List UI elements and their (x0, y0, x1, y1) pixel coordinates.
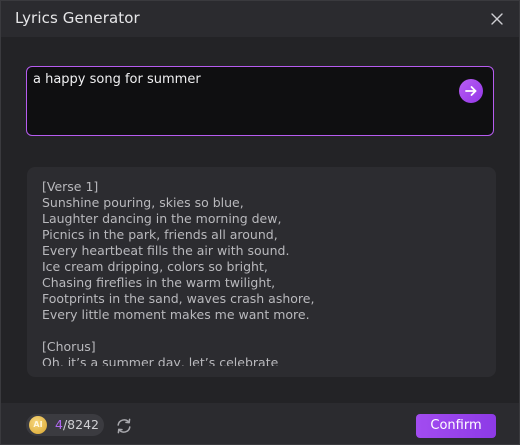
confirm-button[interactable]: Confirm (416, 414, 496, 438)
dialog-footer: AI 4/8242 Confirm (1, 403, 519, 444)
credits-counter: AI 4/8242 (26, 414, 104, 436)
title-bar: Lyrics Generator (1, 1, 519, 37)
prompt-input[interactable]: a happy song for summer (26, 66, 494, 136)
lyrics-output-panel[interactable]: [Verse 1] Sunshine pouring, skies so blu… (27, 167, 496, 377)
send-button[interactable] (459, 79, 483, 103)
dialog-title: Lyrics Generator (15, 9, 140, 27)
prompt-text[interactable]: a happy song for summer (33, 72, 201, 87)
lyrics-generator-dialog: Lyrics Generator a happy song for summer… (0, 0, 520, 445)
lyrics-text: [Verse 1] Sunshine pouring, skies so blu… (42, 179, 315, 366)
ai-coin-icon: AI (29, 416, 47, 434)
credits-total: /8242 (62, 417, 99, 432)
close-icon[interactable] (489, 11, 505, 27)
arrow-right-icon (465, 86, 477, 96)
credits-used: 4 (55, 417, 63, 432)
refresh-icon[interactable] (115, 417, 133, 435)
credits-text: 4/8242 (55, 417, 99, 432)
